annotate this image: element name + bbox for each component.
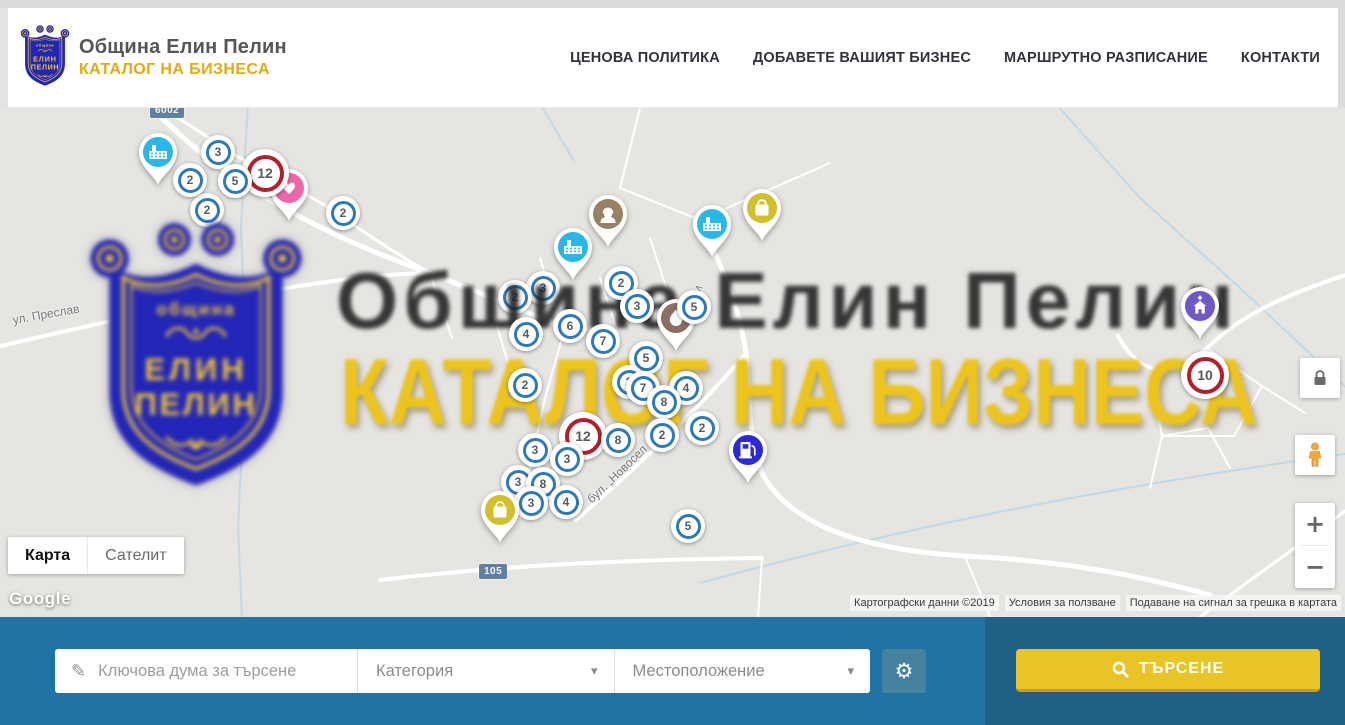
zoom-out-button[interactable]: − [1295, 546, 1335, 588]
nav-item-pricing[interactable]: ЦЕНОВА ПОЛИТИКА [570, 50, 720, 66]
search-bar: ✎ Категория ▾ Местоположение ▾ ⚙ ТЪРСЕНЕ [0, 617, 1345, 725]
street-view-pegman-button[interactable] [1295, 435, 1335, 475]
map-attribution: Картографски данни ©2019 Условия за ползв… [850, 595, 1341, 611]
cluster-marker-3[interactable]: 3 [550, 442, 584, 476]
cluster-marker-2[interactable]: 2 [508, 368, 542, 402]
zoom-control: + − [1295, 503, 1335, 588]
cluster-marker-7[interactable]: 7 [586, 324, 620, 358]
pin-bag[interactable] [740, 185, 784, 243]
search-fields: ✎ Категория ▾ Местоположение ▾ [55, 649, 870, 693]
header: Община Елин Пелин КАТАЛОГ НА БИЗНЕСА ЦЕН… [8, 8, 1338, 108]
pencil-icon: ✎ [71, 661, 86, 682]
cluster-marker-5[interactable]: 5 [677, 290, 711, 324]
page-top-strip [0, 0, 1345, 8]
cluster-marker-3[interactable]: 3 [518, 433, 552, 467]
cluster-marker-8[interactable]: 8 [601, 423, 635, 457]
scroll-lock-button[interactable] [1300, 358, 1340, 398]
pin-factory[interactable] [690, 201, 734, 259]
pin-church[interactable] [1178, 283, 1222, 341]
site-title: Община Елин Пелин [79, 36, 287, 59]
map-canvas[interactable]: 6002105 ул. Преславбул. „Новоселции 232 … [0, 108, 1345, 617]
cluster-marker-10[interactable]: 10 [1181, 351, 1229, 399]
advanced-search-gear-button[interactable]: ⚙ [882, 649, 926, 693]
pegman-icon [1304, 442, 1326, 468]
zoom-in-button[interactable]: + [1295, 503, 1335, 545]
search-icon [1112, 661, 1129, 678]
search-button-label: ТЪРСЕНЕ [1139, 660, 1224, 678]
pin-factory[interactable] [551, 224, 595, 282]
google-logo[interactable]: Google [9, 589, 71, 609]
map-type-satellite-button[interactable]: Сателит [88, 537, 183, 574]
cluster-marker-2[interactable]: 2 [685, 411, 719, 445]
pin-bag[interactable] [478, 487, 522, 545]
caret-down-icon: ▾ [847, 664, 854, 679]
markers-layer: 31225223564751022748221283338435 [0, 108, 1345, 617]
search-button[interactable]: ТЪРСЕНЕ [1016, 649, 1320, 692]
cluster-marker-2[interactable]: 2 [645, 418, 679, 452]
main-nav: ЦЕНОВА ПОЛИТИКА ДОБАВЕТЕ ВАШИЯТ БИЗНЕС МАР… [570, 8, 1320, 107]
lock-icon [1311, 369, 1329, 387]
municipality-shield-icon [20, 24, 70, 90]
location-select[interactable]: Местоположение ▾ [615, 649, 871, 693]
nav-item-contacts[interactable]: КОНТАКТИ [1241, 50, 1320, 66]
cluster-marker-3[interactable]: 3 [620, 289, 654, 323]
pin-fuel[interactable] [726, 427, 770, 485]
gear-icon: ⚙ [895, 659, 914, 683]
nav-item-bus-schedule[interactable]: МАРШРУТНО РАЗПИСАНИЕ [1004, 50, 1208, 66]
cluster-marker-5[interactable]: 5 [218, 164, 252, 198]
pin-factory[interactable] [136, 129, 180, 187]
keyword-input[interactable] [98, 662, 357, 681]
location-select-value: Местоположение [633, 662, 765, 681]
attribution-text: Картографски данни ©2019 [850, 595, 999, 611]
map-type-map-button[interactable]: Карта [8, 537, 88, 574]
site-subtitle: КАТАЛОГ НА БИЗНЕСА [79, 61, 287, 79]
cluster-marker-4[interactable]: 4 [549, 485, 583, 519]
category-select-value: Категория [376, 662, 453, 681]
map-type-control: Карта Сателит [8, 537, 184, 574]
nav-item-add-business[interactable]: ДОБАВЕТЕ ВАШИЯТ БИЗНЕС [753, 50, 971, 66]
cluster-marker-2[interactable]: 2 [326, 196, 360, 230]
page-right-strip [1338, 0, 1345, 108]
site-logo[interactable]: Община Елин Пелин КАТАЛОГ НА БИЗНЕСА [20, 24, 287, 90]
cluster-marker-4[interactable]: 4 [509, 317, 543, 351]
cluster-marker-8[interactable]: 8 [647, 385, 681, 419]
category-select[interactable]: Категория ▾ [358, 649, 614, 693]
attribution-link-2[interactable]: Подаване на сигнал за грешка в картата [1126, 595, 1341, 611]
cluster-marker-6[interactable]: 6 [553, 309, 587, 343]
attribution-link-1[interactable]: Условия за ползване [1005, 595, 1120, 611]
cluster-marker-5[interactable]: 5 [671, 509, 705, 543]
caret-down-icon: ▾ [591, 664, 598, 679]
keyword-field[interactable]: ✎ [55, 649, 357, 693]
